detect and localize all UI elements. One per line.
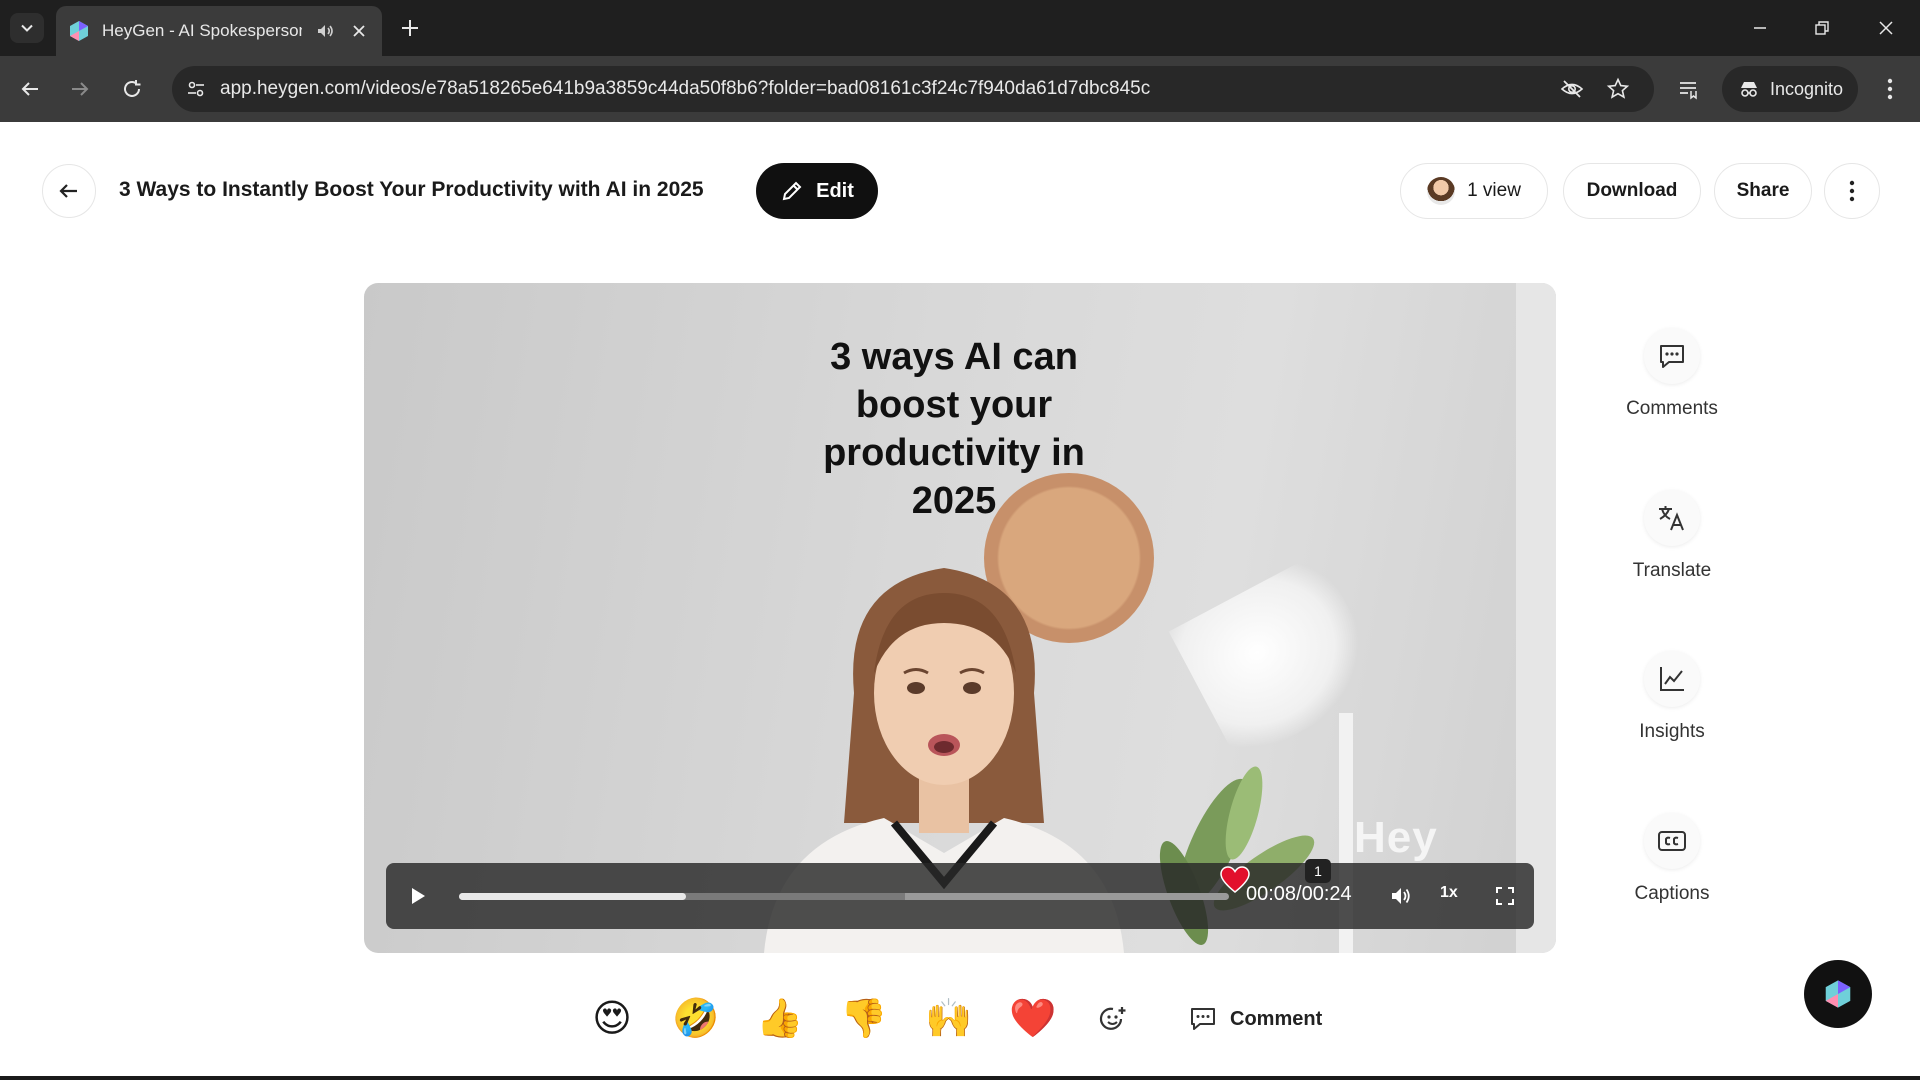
tab-audio-icon[interactable] xyxy=(314,20,336,42)
comments-label: Comments xyxy=(1626,398,1718,419)
reaction-thumbs-down[interactable]: 👎 xyxy=(840,996,887,1042)
captions-panel-button[interactable]: Captions xyxy=(1624,813,1720,905)
reading-list-icon xyxy=(1680,82,1697,100)
arrow-right-icon xyxy=(72,82,89,96)
reaction-laughing[interactable]: 🤣 xyxy=(672,996,719,1042)
share-button[interactable]: Share xyxy=(1714,163,1812,219)
tab-search-button[interactable] xyxy=(10,13,44,43)
address-bar[interactable]: app.heygen.com/videos/e78a518265e641b9a3… xyxy=(172,66,1654,112)
comment-button[interactable]: Comment xyxy=(1188,998,1322,1040)
insights-panel-button[interactable]: Insights xyxy=(1624,651,1720,743)
chat-bubble-icon xyxy=(1191,1008,1215,1030)
translate-icon-wrap xyxy=(1644,490,1700,546)
sticker-add-icon xyxy=(1099,1007,1126,1030)
add-reaction-button[interactable] xyxy=(1090,996,1136,1042)
viewer-avatar xyxy=(1427,177,1456,205)
site-info-button[interactable] xyxy=(182,75,210,103)
time-display: 00:08/00:24 xyxy=(1246,883,1352,905)
translate-label: Translate xyxy=(1632,560,1712,581)
arrow-left-icon xyxy=(59,184,77,198)
tune-icon xyxy=(188,81,204,97)
reaction-raised-hands[interactable]: 🙌 xyxy=(925,996,972,1042)
restore-icon xyxy=(1815,21,1829,35)
play-button[interactable] xyxy=(404,882,432,910)
browser-forward-button[interactable] xyxy=(66,75,94,103)
taskbar-edge xyxy=(0,1076,1920,1080)
incognito-icon xyxy=(1741,82,1757,97)
browser-tab-bar: HeyGen - AI Spokesperson xyxy=(0,0,1920,56)
comments-icon-wrap xyxy=(1644,328,1700,384)
comments-panel-button[interactable]: Comments xyxy=(1624,328,1720,420)
tab-close-icon[interactable] xyxy=(348,20,370,42)
video-player[interactable]: 3 ways AI can boost your productivity in… xyxy=(364,283,1556,953)
url-text: app.heygen.com/videos/e78a518265e641b9a3… xyxy=(220,78,1151,99)
video-background-wall xyxy=(1516,283,1556,953)
more-options-button[interactable] xyxy=(1824,163,1880,219)
reaction-heart-eyes[interactable]: 😍 xyxy=(589,996,635,1042)
progress-bar[interactable]: 1 xyxy=(459,859,1331,900)
more-vertical-icon xyxy=(1887,78,1893,100)
heygen-logo-icon xyxy=(1825,980,1851,1008)
tracking-protection-icon[interactable] xyxy=(1558,75,1586,103)
edit-label: Edit xyxy=(816,179,854,202)
tab-title: HeyGen - AI Spokesperson xyxy=(102,21,302,40)
playback-speed-button[interactable]: 1x xyxy=(1440,884,1458,902)
views-label: 1 view xyxy=(1467,180,1521,201)
new-tab-button[interactable] xyxy=(398,16,422,40)
close-icon xyxy=(1879,21,1893,35)
fullscreen-icon xyxy=(1496,887,1514,905)
insights-label: Insights xyxy=(1639,721,1705,742)
video-controls-bar: 1 00:08/00:24 1x xyxy=(386,859,1534,929)
browser-reload-button[interactable] xyxy=(118,75,146,103)
browser-tab-active[interactable]: HeyGen - AI Spokesperson xyxy=(56,6,382,56)
edit-button[interactable]: Edit xyxy=(756,163,878,219)
plus-icon xyxy=(402,20,418,36)
bookmark-star-icon[interactable] xyxy=(1604,75,1632,103)
minimize-icon xyxy=(1754,27,1766,29)
volume-icon xyxy=(1392,888,1410,904)
window-close-button[interactable] xyxy=(1872,14,1900,42)
arrow-left-icon xyxy=(21,82,38,96)
browser-menu-button[interactable] xyxy=(1876,75,1904,103)
more-vertical-icon xyxy=(1849,180,1855,202)
fullscreen-button[interactable] xyxy=(1492,883,1518,909)
video-caption-overlay: 3 ways AI can boost your productivity in… xyxy=(823,336,1085,522)
window-restore-button[interactable] xyxy=(1808,14,1836,42)
chat-bubble-icon xyxy=(1660,345,1684,368)
incognito-indicator[interactable]: Incognito xyxy=(1722,66,1858,112)
incognito-label: Incognito xyxy=(1770,78,1844,99)
play-icon xyxy=(412,888,425,904)
insights-icon-wrap xyxy=(1644,651,1700,707)
views-button[interactable]: 1 view xyxy=(1400,163,1548,219)
heygen-assistant-button[interactable] xyxy=(1804,960,1872,1028)
reaction-thumbs-up[interactable]: 👍 xyxy=(756,996,803,1042)
chevron-down-icon xyxy=(21,24,33,32)
comment-marker[interactable]: 1 xyxy=(1305,859,1331,883)
translate-icon xyxy=(1659,506,1684,531)
heygen-logo-icon xyxy=(70,21,88,41)
reading-list-button[interactable] xyxy=(1674,75,1702,103)
browser-toolbar: app.heygen.com/videos/e78a518265e641b9a3… xyxy=(0,56,1920,122)
reaction-red-heart[interactable]: ❤️ xyxy=(1009,996,1056,1042)
line-chart-icon xyxy=(1660,667,1684,691)
captions-icon-wrap xyxy=(1644,813,1700,869)
window-minimize-button[interactable] xyxy=(1746,14,1774,42)
captions-label: Captions xyxy=(1634,883,1710,904)
comment-label: Comment xyxy=(1230,1007,1323,1030)
pencil-icon xyxy=(782,181,802,201)
reload-icon xyxy=(124,80,141,97)
translate-panel-button[interactable]: Translate xyxy=(1624,490,1720,582)
progress-buffered xyxy=(655,893,905,900)
back-button[interactable] xyxy=(42,164,96,218)
closed-captions-icon xyxy=(1658,831,1686,851)
download-button[interactable]: Download xyxy=(1563,163,1701,219)
progress-played xyxy=(459,893,687,900)
heygen-watermark: Hey xyxy=(1354,813,1438,862)
page-title: 3 Ways to Instantly Boost Your Productiv… xyxy=(119,178,704,201)
volume-button[interactable] xyxy=(1388,883,1414,909)
browser-back-button[interactable] xyxy=(16,75,44,103)
